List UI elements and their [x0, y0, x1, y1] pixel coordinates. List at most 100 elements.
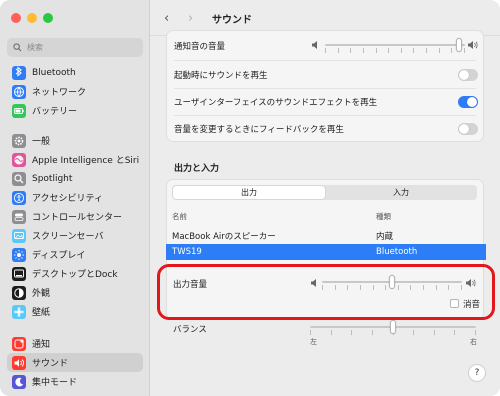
toggle-knob: [459, 123, 469, 134]
speaker-high-icon: [468, 41, 478, 49]
slider-tick: [475, 330, 476, 335]
sidebar-item-label: 通知: [32, 340, 51, 350]
sidebar-item[interactable]: デスクトップとDock: [7, 264, 143, 283]
close-button[interactable]: [11, 13, 21, 23]
ui-effects-toggle[interactable]: [458, 95, 478, 108]
slider-tick: [413, 330, 415, 335]
main-pane: ‹ › サウンド 通知音の音量 起動時にサウンドを再生 ユーザインターフェイスの…: [150, 0, 500, 396]
slider-tick: [310, 330, 311, 335]
bluetooth-icon: [12, 65, 26, 80]
siri-icon: [12, 152, 26, 167]
search-input[interactable]: 検索: [7, 38, 143, 57]
sound-effects-card: 通知音の音量 起動時にサウンドを再生 ユーザインターフェイスのサウンドエフェクト…: [166, 30, 484, 142]
sidebar-item-label: ネットワーク: [32, 88, 87, 98]
ui-effects-row: ユーザインターフェイスのサウンドエフェクトを再生: [167, 87, 485, 116]
sidebar-item-label: バッテリー: [32, 107, 78, 117]
appearance-icon: [12, 285, 26, 300]
sidebar-item[interactable]: サウンド: [7, 353, 143, 372]
globe-icon: [12, 84, 26, 99]
toggle-knob: [467, 96, 477, 107]
sidebar-item[interactable]: スクリーンセーバ: [7, 226, 143, 245]
sidebar-item[interactable]: 外観: [7, 283, 143, 302]
sidebar-item[interactable]: Apple Intelligence とSiri: [7, 150, 143, 169]
page-title: サウンド: [212, 15, 252, 26]
slider-knob[interactable]: [456, 38, 463, 52]
tab-output[interactable]: 出力: [173, 186, 325, 199]
device-name: TWS19: [172, 247, 202, 257]
spotlight-icon: [12, 171, 26, 186]
minimize-button[interactable]: [27, 13, 37, 23]
balance-label: バランス: [173, 325, 207, 335]
slider-tick: [351, 330, 353, 335]
sidebar-item-label: 外観: [32, 289, 51, 299]
settings-window: 検索 Bluetooth ネットワーク バッテリー一般 Apple Intellige…: [0, 0, 500, 396]
startup-sound-label: 起動時にサウンドを再生: [174, 70, 268, 81]
output-input-heading: 出力と入力: [174, 164, 220, 174]
wallpaper-icon: [12, 304, 26, 319]
slider-knob[interactable]: [390, 320, 396, 334]
slider-tick: [371, 330, 373, 335]
balance-right-label: 右: [470, 338, 477, 346]
toggle-knob: [459, 69, 469, 80]
slider-tick: [413, 48, 415, 53]
annotation-highlight-box: [157, 264, 495, 320]
window-controls: [11, 13, 53, 23]
slider-track: [325, 44, 465, 46]
sidebar-item[interactable]: 壁紙: [7, 302, 143, 321]
slider-tick: [454, 330, 456, 335]
slider-tick: [433, 330, 435, 335]
sidebar-item-label: スクリーンセーバ: [32, 232, 104, 242]
dock-icon: [12, 266, 26, 281]
sidebar-item[interactable]: コントロールセンター: [7, 207, 143, 226]
alert-volume-slider[interactable]: [325, 31, 465, 60]
tab-input[interactable]: 入力: [327, 186, 475, 199]
sidebar-item-label: コントロールセンター: [32, 213, 123, 223]
balance-left-label: 左: [310, 338, 317, 346]
slider-tick: [400, 48, 402, 53]
sidebar-item-label: ディスプレイ: [32, 251, 86, 261]
table-row[interactable]: MacBook Airのスピーカー 内蔵: [166, 228, 486, 244]
slider-tick: [438, 48, 440, 53]
sidebar-item[interactable]: 集中モード: [7, 372, 143, 391]
notifications-icon: [12, 336, 26, 351]
speaker-low-icon: [312, 41, 317, 49]
gear-icon: [12, 133, 26, 148]
slider-tick: [337, 48, 339, 53]
forward-button[interactable]: ›: [188, 11, 193, 26]
device-name: MacBook Airのスピーカー: [172, 232, 276, 242]
sidebar-item[interactable]: ディスプレイ: [7, 245, 143, 264]
sidebar-item[interactable]: バッテリー: [7, 101, 143, 120]
startup-sound-toggle[interactable]: [458, 68, 478, 81]
search-placeholder: 検索: [27, 43, 43, 52]
slider-tick: [350, 48, 352, 53]
search-icon: [13, 43, 22, 52]
back-button[interactable]: ‹: [164, 11, 169, 26]
sidebar-item[interactable]: アクセシビリティ: [7, 188, 143, 207]
slider-tick: [330, 330, 332, 335]
sidebar-item[interactable]: Bluetooth: [7, 63, 143, 82]
sidebar-item[interactable]: Spotlight: [7, 169, 143, 188]
device-type: Bluetooth: [376, 247, 418, 257]
help-button[interactable]: ?: [468, 364, 486, 382]
display-icon: [12, 247, 26, 262]
sidebar-item-label: Bluetooth: [32, 67, 76, 78]
slider-tick: [426, 48, 428, 53]
sidebar: 検索 Bluetooth ネットワーク バッテリー一般 Apple Intellige…: [0, 0, 150, 396]
control-center-icon: [12, 209, 26, 224]
screensaver-icon: [12, 228, 26, 243]
output-input-tabs: 出力 入力: [172, 185, 477, 200]
sound-icon: [12, 355, 26, 370]
sidebar-item[interactable]: 一般: [7, 131, 143, 150]
zoom-button[interactable]: [43, 13, 53, 23]
slider-tick: [362, 48, 364, 53]
table-row-selected[interactable]: TWS19 Bluetooth: [166, 244, 486, 260]
focus-icon: [12, 374, 26, 389]
ui-effects-label: ユーザインターフェイスのサウンドエフェクトを再生: [174, 97, 378, 108]
slider-tick: [451, 48, 453, 53]
volume-feedback-toggle[interactable]: [458, 122, 478, 135]
column-header-name: 名前: [172, 212, 187, 221]
sidebar-item-label: Spotlight: [32, 173, 73, 184]
sidebar-item[interactable]: ネットワーク: [7, 82, 143, 101]
sidebar-item-label: サウンド: [32, 359, 69, 369]
sidebar-item[interactable]: 通知: [7, 334, 143, 353]
